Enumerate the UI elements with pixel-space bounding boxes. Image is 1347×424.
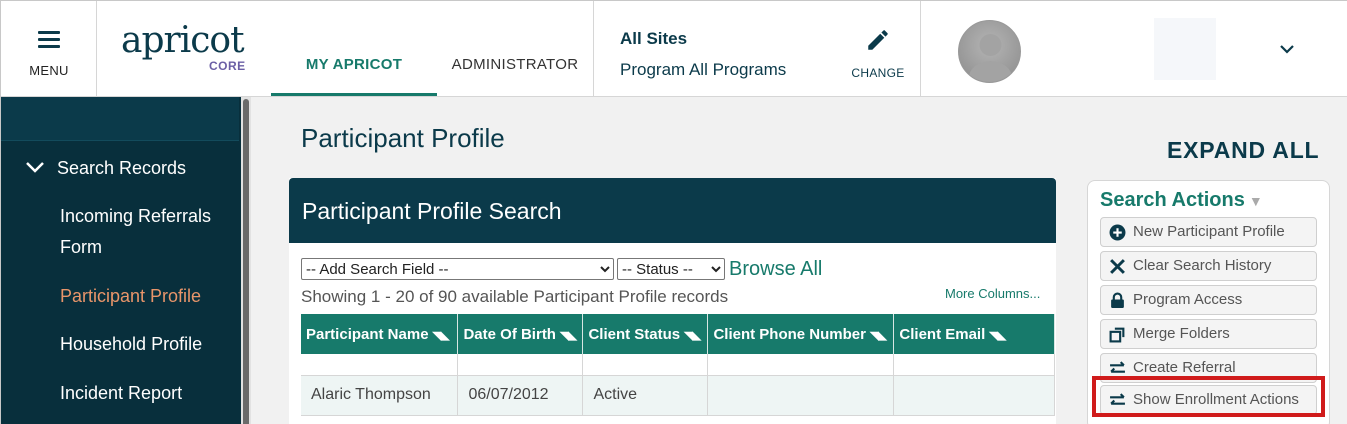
filter-row bbox=[301, 354, 1055, 376]
account-placeholder bbox=[1154, 18, 1216, 80]
cell-date-of-birth: 06/07/2012 bbox=[457, 375, 584, 416]
change-button[interactable]: CHANGE bbox=[846, 27, 910, 80]
x-icon bbox=[1110, 259, 1125, 274]
sidebar-top-band bbox=[1, 97, 239, 141]
sort-icon: ◥◣ bbox=[869, 329, 887, 342]
search-controls: -- Add Search Field -- -- Status -- Brow… bbox=[301, 258, 822, 281]
logo-core-label: CORE bbox=[209, 59, 246, 73]
sidebar-item-label: Incoming Referrals bbox=[60, 206, 212, 226]
sidebar-item-incoming-referrals[interactable]: Incoming Referrals Form bbox=[60, 201, 211, 263]
cell-client-status: Active bbox=[582, 375, 709, 416]
cell-client-phone bbox=[707, 375, 895, 416]
merge-folders-button[interactable]: Merge Folders bbox=[1100, 319, 1317, 349]
tab-administrator[interactable]: ADMINISTRATOR bbox=[437, 1, 593, 96]
sidebar-item-label-line2: Form bbox=[60, 237, 102, 257]
pencil-icon bbox=[868, 30, 888, 50]
main-content: Participant Profile EXPAND ALL Participa… bbox=[251, 97, 1347, 424]
results-table: Participant Name ◥◣ Date Of Birth ◥◣ Clien… bbox=[301, 314, 1055, 416]
site-title: All Sites bbox=[620, 29, 688, 48]
sidebar-section-search-records[interactable]: Search Records bbox=[25, 153, 186, 183]
add-search-field-select[interactable]: -- Add Search Field -- bbox=[301, 258, 614, 281]
program-access-button[interactable]: Program Access bbox=[1100, 285, 1317, 315]
sidebar-item-participant-profile[interactable]: Participant Profile bbox=[60, 281, 201, 312]
sidebar-section-label: Search Records bbox=[57, 158, 187, 178]
column-header-client-email[interactable]: Client Email ◥◣ bbox=[893, 314, 1055, 354]
merge-icon bbox=[1109, 327, 1125, 343]
table-row[interactable]: Alaric Thompson 06/07/2012 Active bbox=[301, 375, 1055, 416]
lock-icon bbox=[1111, 292, 1124, 308]
scrollbar-thumb[interactable] bbox=[243, 99, 249, 424]
sidebar-scrollbar[interactable] bbox=[241, 97, 251, 424]
plus-circle-icon bbox=[1109, 224, 1126, 241]
logo-wordmark: apricot bbox=[121, 20, 245, 61]
page-title: Participant Profile bbox=[301, 123, 505, 153]
user-silhouette-icon bbox=[968, 34, 1013, 82]
search-card: Participant Profile Search -- Add Search… bbox=[289, 178, 1056, 424]
tab-my-apricot[interactable]: MY APRICOT bbox=[271, 1, 437, 96]
more-columns-link[interactable]: More Columns... bbox=[945, 286, 1040, 301]
sort-icon: ◥◣ bbox=[989, 329, 1007, 342]
column-header-date-of-birth[interactable]: Date Of Birth ◥◣ bbox=[457, 314, 584, 354]
status-select[interactable]: -- Status -- bbox=[617, 258, 725, 281]
new-participant-profile-button[interactable]: New Participant Profile bbox=[1100, 217, 1317, 247]
sidebar-item-household-profile[interactable]: Household Profile bbox=[60, 329, 202, 360]
hamburger-icon bbox=[38, 31, 60, 49]
results-count: Showing 1 - 20 of 90 available Participa… bbox=[301, 287, 729, 306]
sidebar-item-incident-report[interactable]: Incident Report bbox=[60, 378, 182, 409]
expand-all-button[interactable]: EXPAND ALL bbox=[1167, 137, 1319, 164]
apricot-logo[interactable]: apricot CORE bbox=[121, 21, 251, 81]
cell-client-email bbox=[893, 375, 1055, 416]
caret-down-icon: ▼ bbox=[1248, 193, 1263, 209]
highlight-box bbox=[1092, 376, 1325, 417]
cell-participant-name[interactable]: Alaric Thompson bbox=[301, 375, 459, 416]
column-header-client-status[interactable]: Client Status ◥◣ bbox=[582, 314, 709, 354]
sort-icon: ◥◣ bbox=[432, 329, 450, 342]
search-actions-title[interactable]: Search Actions ▼ bbox=[1100, 189, 1263, 212]
avatar[interactable] bbox=[958, 20, 1021, 83]
browse-all-link[interactable]: Browse All bbox=[729, 258, 822, 281]
sort-icon: ◥◣ bbox=[684, 329, 702, 342]
menu-label: MENU bbox=[29, 63, 69, 78]
sidebar: Search Records Incoming Referrals Form P… bbox=[1, 97, 251, 424]
program-label: Program All Programs bbox=[620, 60, 787, 79]
menu-button[interactable]: MENU bbox=[1, 1, 97, 96]
column-header-client-phone[interactable]: Client Phone Number ◥◣ bbox=[707, 314, 895, 354]
sort-icon: ◥◣ bbox=[559, 329, 577, 342]
change-label: CHANGE bbox=[851, 66, 905, 80]
chevron-down-icon[interactable] bbox=[1277, 39, 1297, 59]
search-card-title: Participant Profile Search bbox=[289, 178, 1056, 243]
arrows-icon bbox=[1110, 361, 1125, 373]
column-header-participant-name[interactable]: Participant Name ◥◣ bbox=[301, 314, 459, 354]
clear-search-history-button[interactable]: Clear Search History bbox=[1100, 251, 1317, 281]
top-header: MENU apricot CORE MY APRICOT ADMINISTRAT… bbox=[1, 1, 1347, 97]
chevron-down-icon bbox=[26, 162, 44, 174]
site-selector: All Sites Program All Programs CHANGE bbox=[593, 1, 921, 96]
